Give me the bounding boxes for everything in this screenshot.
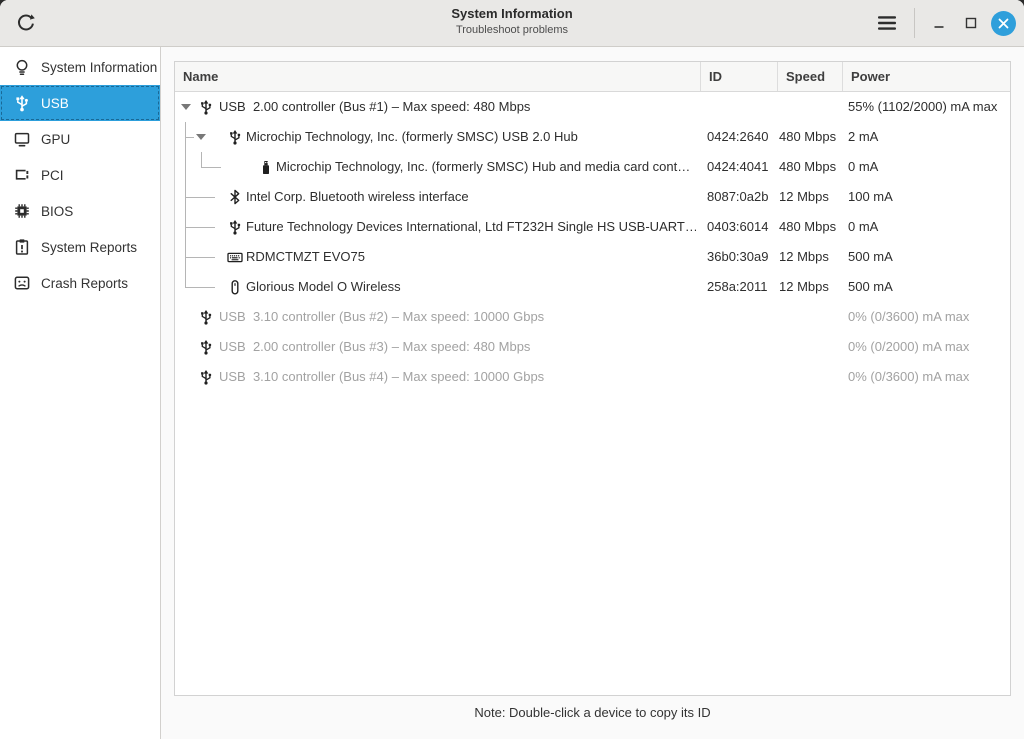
flash-drive-icon [258,159,274,175]
device-name: Microchip Technology, Inc. (formerly SMS… [276,159,691,174]
app-body: System Information USB GPU PCI BIOS Syst… [0,47,1024,739]
sidebar-item-label: Crash Reports [41,275,129,291]
monitor-icon [12,129,32,149]
device-name: Future Technology Devices International,… [246,219,696,234]
device-power: 100 mA [848,189,893,204]
usb-icon [198,309,214,325]
column-header-speed[interactable]: Speed [777,62,842,91]
device-speed: 12 Mbps [779,279,829,294]
sidebar-item-system-information[interactable]: System Information [0,49,160,85]
mouse-icon [227,279,243,295]
expander-down-icon[interactable] [181,104,191,110]
device-speed: 12 Mbps [779,189,829,204]
table-row[interactable]: USB 2.00 controller (Bus #1) – Max speed… [175,92,1010,122]
window-subtitle: Troubleshoot problems [455,24,569,36]
table-row[interactable]: USB 3.10 controller (Bus #2) – Max speed… [175,302,1010,332]
crash-face-icon [12,273,32,293]
titlebar: System Information Troubleshoot problems [0,0,1024,47]
sidebar-item-label: System Information [41,59,158,75]
device-speed: 480 Mbps [779,219,837,234]
usb-icon [198,339,214,355]
sidebar-item-label: GPU [41,131,71,147]
app-window: System Information Troubleshoot problems [0,0,1024,739]
refresh-button[interactable] [13,10,39,36]
device-power: 0 mA [848,159,879,174]
usb-icon [198,99,214,115]
sidebar-item-usb[interactable]: USB [0,85,160,121]
device-power: 0% (0/3600) mA max [848,369,970,384]
sidebar: System Information USB GPU PCI BIOS Syst… [0,47,161,739]
expander-down-icon[interactable] [196,134,206,140]
minimize-button[interactable] [927,11,951,35]
device-name: USB 2.00 controller (Bus #3) – Max speed… [219,339,531,354]
bluetooth-icon [227,189,243,205]
device-power: 2 mA [848,129,879,144]
table-row[interactable]: USB 3.10 controller (Bus #4) – Max speed… [175,362,1010,392]
device-name: USB 3.10 controller (Bus #4) – Max speed… [219,369,545,384]
device-id: 0424:2640 [707,129,769,144]
sidebar-item-bios[interactable]: BIOS [0,193,160,229]
sidebar-item-label: System Reports [41,239,138,255]
table-row[interactable]: Future Technology Devices International,… [175,212,1010,242]
device-name: Intel Corp. Bluetooth wireless interface [246,189,469,204]
pci-card-icon [12,165,32,185]
table-row[interactable]: USB 2.00 controller (Bus #3) – Max speed… [175,332,1010,362]
column-header-name[interactable]: Name [175,62,700,91]
device-name: USB 3.10 controller (Bus #2) – Max speed… [219,309,545,324]
device-id: 258a:2011 [707,279,768,294]
usb-icon [198,369,214,385]
device-id: 0403:6014 [707,219,769,234]
table-row[interactable]: Microchip Technology, Inc. (formerly SMS… [175,122,1010,152]
usb-icon [12,93,32,113]
sidebar-item-crash-reports[interactable]: Crash Reports [0,265,160,301]
usb-device-table: Name ID Speed Power USB 2.00 controller … [174,61,1011,696]
sidebar-item-label: PCI [41,167,64,183]
device-name: RDMCTMZT EVO75 [246,249,365,264]
table-header: Name ID Speed Power [175,62,1010,92]
titlebar-separator [914,8,915,38]
usb-icon [227,129,243,145]
column-header-power[interactable]: Power [842,62,1010,91]
sidebar-item-label: USB [41,95,69,111]
sidebar-item-label: BIOS [41,203,74,219]
table-row[interactable]: Microchip Technology, Inc. (formerly SMS… [175,152,1010,182]
chip-icon [12,201,32,221]
device-power: 0% (0/3600) mA max [848,309,970,324]
sidebar-item-pci[interactable]: PCI [0,157,160,193]
close-button[interactable] [991,10,1016,36]
column-header-id[interactable]: ID [700,62,777,91]
device-name: Glorious Model O Wireless [246,279,401,294]
hamburger-menu-button[interactable] [872,8,902,38]
device-id: 36b0:30a9 [707,249,769,264]
keyboard-icon [227,249,243,265]
table-row[interactable]: Glorious Model O Wireless 258a:2011 12 M… [175,272,1010,302]
table-row[interactable]: Intel Corp. Bluetooth wireless interface… [175,182,1010,212]
window-controls [872,0,1016,46]
maximize-button[interactable] [959,11,983,35]
device-speed: 480 Mbps [779,159,837,174]
device-name: USB 2.00 controller (Bus #1) – Max speed… [219,99,531,114]
device-power: 0% (0/2000) mA max [848,339,970,354]
window-title: System Information [451,6,573,21]
sidebar-item-gpu[interactable]: GPU [0,121,160,157]
device-id: 0424:4041 [707,159,769,174]
device-power: 55% (1102/2000) mA max [848,99,998,114]
device-power: 500 mA [848,279,893,294]
titlebar-title-block: System Information Troubleshoot problems [0,5,1024,37]
clipboard-icon [12,237,32,257]
lightbulb-icon [12,57,32,77]
device-name: Microchip Technology, Inc. (formerly SMS… [246,129,578,144]
device-power: 500 mA [848,249,893,264]
usb-icon [227,219,243,235]
device-id: 8087:0a2b [707,189,769,204]
device-speed: 12 Mbps [779,249,829,264]
main-content: Name ID Speed Power USB 2.00 controller … [161,47,1024,739]
device-speed: 480 Mbps [779,129,837,144]
footer-note: Note: Double-click a device to copy its … [474,705,711,720]
table-row[interactable]: RDMCTMZT EVO75 36b0:30a9 12 Mbps 500 mA [175,242,1010,272]
device-power: 0 mA [848,219,879,234]
sidebar-item-system-reports[interactable]: System Reports [0,229,160,265]
